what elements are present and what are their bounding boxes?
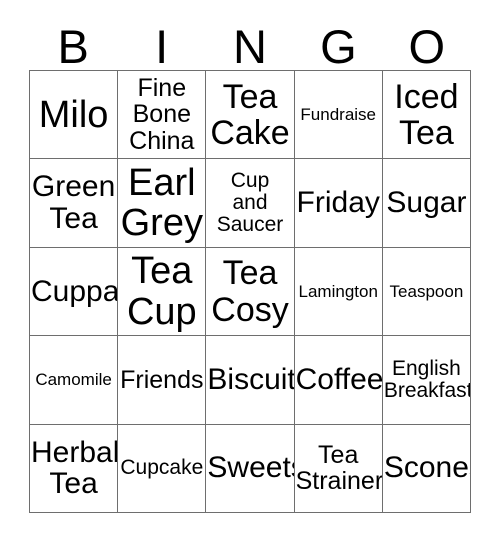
bingo-row: Herbal Tea Cupcake Sweets Tea Strainer S…	[30, 424, 472, 514]
bingo-cell[interactable]: Herbal Tea	[30, 424, 119, 514]
bingo-row: Milo Fine Bone China Tea Cake Fundraise …	[30, 71, 472, 160]
bingo-cell[interactable]: Friday	[294, 159, 383, 248]
bingo-cell[interactable]: Sugar	[382, 159, 472, 248]
bingo-cell[interactable]: Iced Tea	[382, 71, 472, 160]
bingo-cell[interactable]: Biscuit	[206, 336, 295, 425]
bingo-cell-label: English Breakfast	[383, 356, 472, 402]
bingo-cell-label: Friends	[120, 365, 204, 394]
bingo-cell-label: Scones	[383, 451, 470, 485]
bingo-cell-label: Cuppa	[31, 274, 119, 308]
bingo-cell-label: Biscuit	[207, 363, 295, 397]
bingo-cell-label: Tea Cup	[126, 250, 197, 333]
bingo-cell-label: Tea Cake	[210, 77, 290, 152]
bingo-cell-label: Herbal Tea	[31, 435, 119, 501]
bingo-row: Cuppa Tea Cup Tea Cosy Lamington Teaspoo…	[30, 247, 472, 337]
bingo-cell-label: Fundraise	[300, 104, 377, 124]
bingo-cell-label: Teaspoon	[389, 281, 464, 301]
bingo-cell[interactable]: Fine Bone China	[118, 71, 207, 160]
bingo-header-letter-n: N	[233, 20, 267, 73]
bingo-cell[interactable]: Tea Strainer	[294, 424, 383, 514]
bingo-cell-label: Fine Bone China	[129, 73, 195, 155]
bingo-cell[interactable]: Cupcake	[118, 424, 207, 514]
bingo-header-letter-i: I	[155, 20, 169, 73]
bingo-cell[interactable]: Lamington	[294, 247, 383, 337]
bingo-cell-label: Friday	[296, 186, 380, 220]
bingo-cell-label: Camomile	[35, 369, 112, 389]
bingo-row: Camomile Friends Biscuit Coffee English …	[30, 336, 472, 425]
bingo-cell-label: Green Tea	[31, 170, 116, 236]
bingo-cell[interactable]: Scones	[382, 424, 472, 514]
bingo-cell-label: Cupcake	[120, 456, 204, 480]
bingo-cell[interactable]: Tea Cup	[118, 247, 207, 337]
bingo-row: Green Tea Earl Grey Cup and Saucer Frida…	[30, 159, 472, 248]
bingo-cell[interactable]: Friends	[118, 336, 207, 425]
bingo-cell-label: Milo	[38, 93, 109, 136]
bingo-cell[interactable]: Earl Grey	[118, 159, 207, 248]
bingo-header-letter-o: O	[408, 20, 446, 73]
bingo-header-letter-b: B	[57, 20, 89, 73]
bingo-cell[interactable]: Camomile	[30, 336, 119, 425]
bingo-cell[interactable]: Teaspoon	[382, 247, 472, 337]
bingo-cell-label: Iced Tea	[394, 77, 459, 152]
bingo-header-letter-g: G	[320, 20, 357, 73]
bingo-cell[interactable]: Sweets	[206, 424, 295, 514]
bingo-cell[interactable]: Tea Cosy	[206, 247, 295, 337]
bingo-cell[interactable]: English Breakfast	[382, 336, 472, 425]
bingo-cell-label: Lamington	[298, 281, 378, 301]
bingo-grid: Milo Fine Bone China Tea Cake Fundraise …	[29, 70, 472, 514]
bingo-cell[interactable]: Milo	[30, 71, 119, 160]
bingo-cell[interactable]: Cuppa	[30, 247, 119, 337]
bingo-cell[interactable]: Fundraise	[294, 71, 383, 160]
bingo-cell-label: Tea Strainer	[295, 440, 383, 496]
bingo-card: B I N G O Milo Fine Bone China Tea Cake …	[0, 0, 500, 544]
bingo-header: B I N G O	[29, 20, 471, 70]
bingo-cell[interactable]: Coffee	[294, 336, 383, 425]
bingo-cell-label: Tea Cosy	[211, 254, 289, 329]
bingo-cell-label: Earl Grey	[120, 161, 203, 245]
bingo-cell-label: Coffee	[295, 363, 383, 397]
bingo-cell[interactable]: Green Tea	[30, 159, 119, 248]
bingo-cell-label: Sweets	[207, 451, 293, 485]
bingo-cell[interactable]: Tea Cake	[206, 71, 295, 160]
bingo-cell[interactable]: Cup and Saucer	[206, 159, 295, 248]
bingo-cell-label: Sugar	[386, 186, 467, 220]
bingo-cell-label: Cup and Saucer	[216, 168, 284, 237]
